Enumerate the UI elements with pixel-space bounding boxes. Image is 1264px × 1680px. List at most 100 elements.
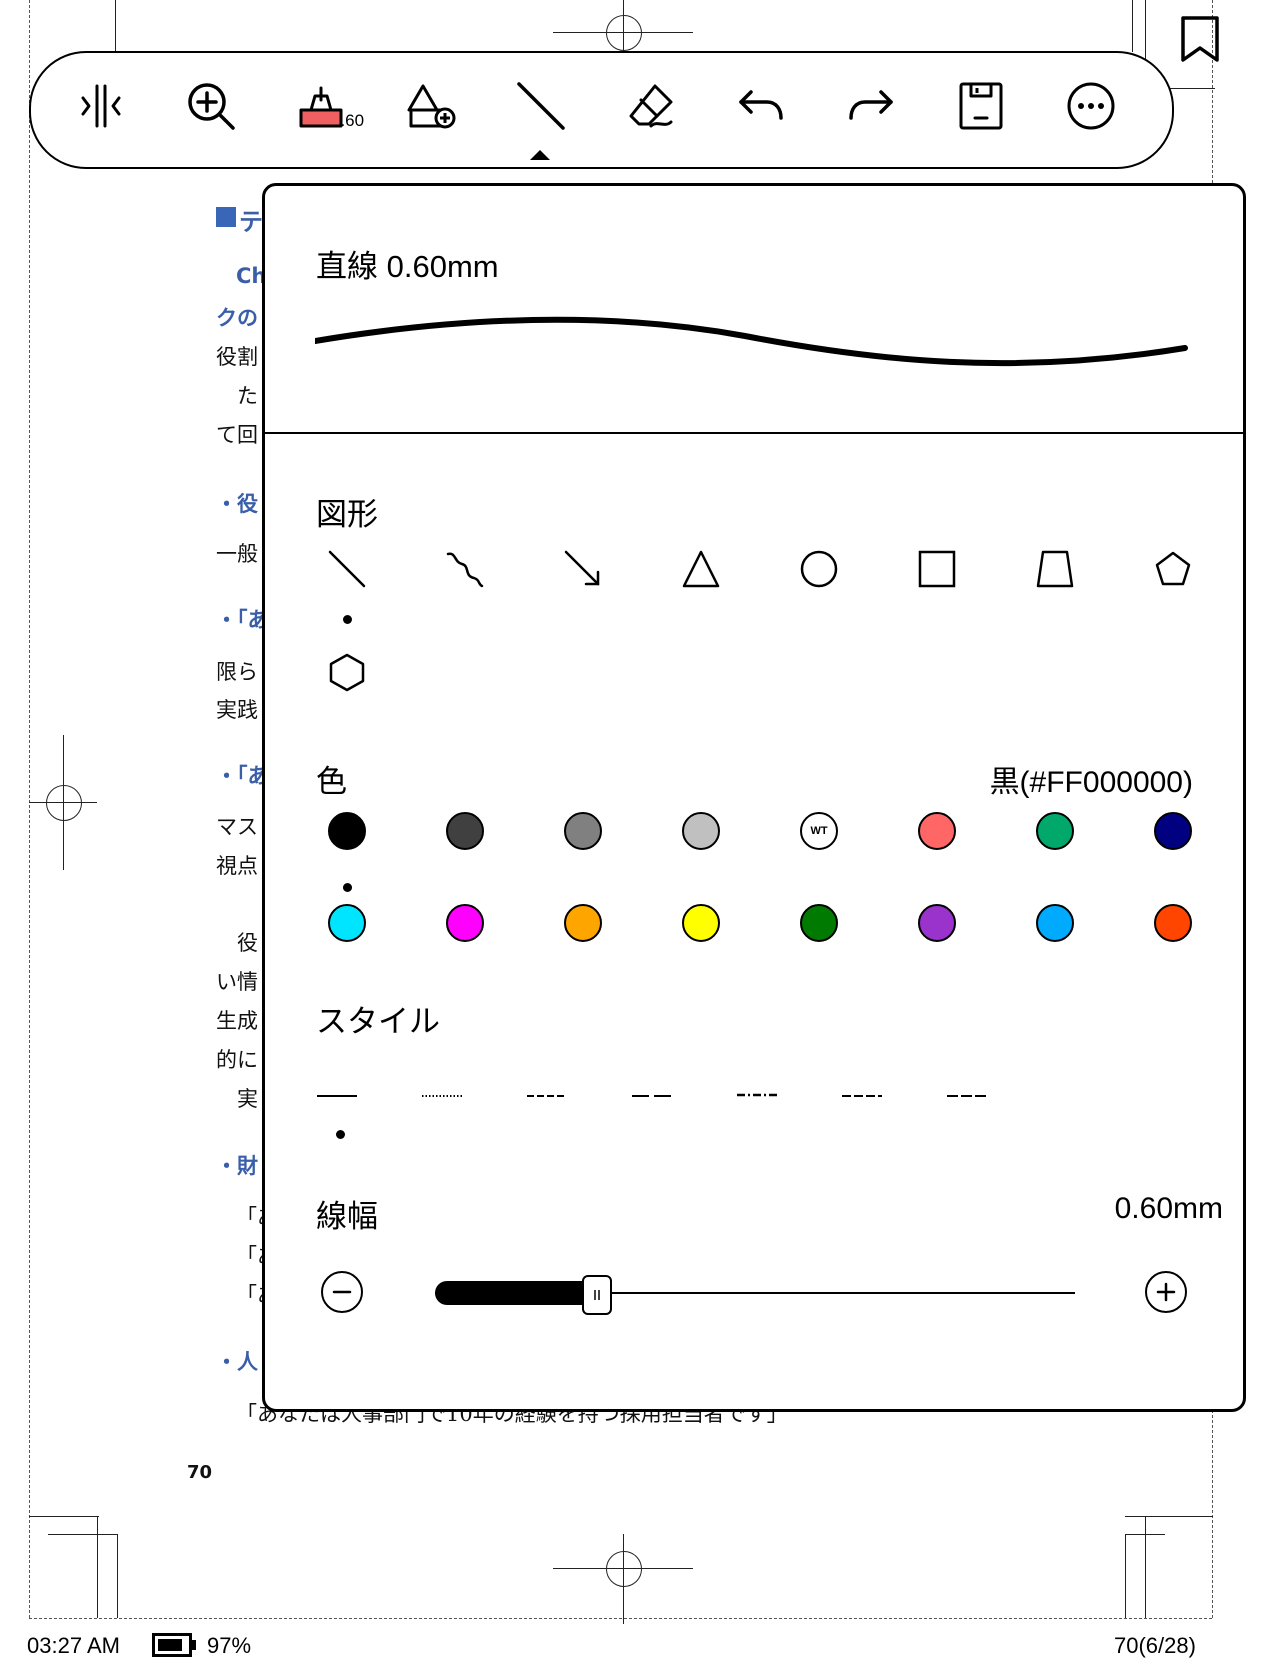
color-swatch-magenta[interactable]	[446, 904, 484, 942]
color-swatch-cyan[interactable]	[328, 904, 366, 942]
stroke-preview-title: 直線 0.60mm	[316, 249, 499, 284]
color-swatch-yellow[interactable]	[682, 904, 720, 942]
annotation-toolbar: 0.60	[29, 51, 1174, 169]
color-swatch-red[interactable]	[918, 812, 956, 850]
shape-trapezoid-icon[interactable]	[1029, 543, 1081, 595]
doc-line: 実	[237, 1087, 258, 1111]
color-swatch-dark-green[interactable]	[800, 904, 838, 942]
style-dotted-icon[interactable]	[420, 1086, 464, 1106]
more-icon[interactable]	[1056, 71, 1126, 141]
shape-section-title: 図形	[316, 497, 378, 532]
doc-line: 視点	[216, 854, 258, 878]
style-dashed-icon[interactable]	[525, 1086, 569, 1106]
doc-line: ・財	[216, 1154, 258, 1178]
save-icon[interactable]	[946, 71, 1016, 141]
doc-line: た	[237, 384, 258, 408]
doc-line: ・「あ	[216, 608, 269, 632]
style-solid-icon[interactable]	[315, 1086, 359, 1106]
doc-line: ・「あ	[216, 764, 269, 788]
doc-line: い情	[216, 970, 258, 994]
registration-mark	[46, 785, 82, 821]
shape-circle-icon[interactable]	[793, 543, 845, 595]
current-color-label: 黒(#FF000000)	[989, 766, 1193, 799]
color-swatch-light-gray[interactable]	[682, 812, 720, 850]
doc-line: 的に	[216, 1048, 258, 1072]
shape-wavy-line-icon[interactable]	[439, 543, 491, 595]
line-settings-panel: 直線 0.60mm 図形 色 黒(#FF000000) WT スタイル 線幅 0…	[262, 183, 1246, 1412]
eraser-icon[interactable]	[616, 71, 686, 141]
status-battery: 97%	[207, 1633, 252, 1658]
style-dash-dot-icon[interactable]	[735, 1086, 779, 1106]
crop-mark	[29, 1516, 99, 1517]
style-short-dash-icon[interactable]	[840, 1086, 884, 1106]
shape-square-icon[interactable]	[911, 543, 963, 595]
style-long-dash-icon[interactable]	[630, 1086, 674, 1106]
page-border-bottom	[29, 1618, 1212, 1619]
doc-line: クの	[216, 306, 258, 330]
color-swatch-white[interactable]: WT	[800, 812, 838, 850]
doc-page-number: 70	[187, 1462, 213, 1483]
redo-icon[interactable]	[836, 71, 906, 141]
heading-square	[216, 207, 236, 227]
width-decrease-button[interactable]	[321, 1271, 363, 1313]
crop-mark	[97, 1516, 98, 1618]
panel-divider	[265, 432, 1243, 434]
width-slider-fill	[435, 1281, 595, 1305]
undo-icon[interactable]	[726, 71, 796, 141]
shape-pentagon-icon[interactable]	[1147, 543, 1199, 595]
page-border-left	[29, 0, 30, 1618]
color-swatch-sky-blue[interactable]	[1036, 904, 1074, 942]
shape-arrow-icon[interactable]	[557, 543, 609, 595]
doc-line: テ	[239, 208, 263, 236]
crop-mark	[1125, 1516, 1213, 1517]
color-swatch-black[interactable]	[328, 812, 366, 850]
pen-color-icon[interactable]	[286, 71, 356, 141]
doc-line: マス	[216, 815, 258, 839]
crop-mark	[117, 1534, 118, 1618]
shape-add-icon[interactable]	[396, 71, 466, 141]
style-dash-gap-icon[interactable]	[945, 1086, 989, 1106]
color-selected-indicator	[343, 883, 352, 892]
doc-line: 生成	[216, 1009, 258, 1033]
color-section-title: 色	[316, 764, 347, 799]
crop-mark	[1132, 0, 1133, 52]
line-tool-pointer	[530, 150, 550, 160]
battery-tip	[192, 1640, 196, 1650]
doc-line: 限ら	[216, 660, 258, 684]
color-swatch-red-orange[interactable]	[1154, 904, 1192, 942]
style-selected-indicator	[336, 1130, 345, 1139]
registration-mark	[606, 1551, 642, 1587]
shape-line-icon[interactable]	[321, 543, 373, 595]
shape-selected-indicator	[343, 615, 352, 624]
width-value-label: 0.60mm	[1114, 1192, 1223, 1225]
doc-line: ・役	[216, 492, 258, 516]
bookmark-icon[interactable]	[1180, 16, 1220, 68]
shape-hexagon-icon[interactable]	[321, 646, 373, 698]
width-increase-button[interactable]	[1145, 1271, 1187, 1313]
style-section-title: スタイル	[316, 1004, 440, 1039]
doc-line: 一般	[216, 542, 258, 566]
color-swatch-dark-gray[interactable]	[446, 812, 484, 850]
shape-triangle-icon[interactable]	[675, 543, 727, 595]
white-swatch-label: WT	[810, 825, 828, 837]
split-view-icon[interactable]	[66, 71, 136, 141]
doc-line: ・人	[216, 1350, 258, 1374]
doc-line: 役	[237, 931, 258, 955]
color-swatch-purple[interactable]	[918, 904, 956, 942]
crop-mark	[48, 1534, 118, 1535]
color-swatch-gray[interactable]	[564, 812, 602, 850]
crop-mark	[115, 0, 116, 52]
crop-mark	[1125, 1534, 1126, 1618]
crop-mark	[1145, 1516, 1146, 1618]
line-tool-icon[interactable]	[506, 71, 576, 141]
zoom-in-icon[interactable]	[176, 71, 246, 141]
stroke-preview	[315, 316, 1188, 367]
status-page: 70(6/28)	[1114, 1633, 1196, 1658]
width-slider-thumb[interactable]	[582, 1275, 612, 1315]
color-swatch-green[interactable]	[1036, 812, 1074, 850]
status-time: 03:27 AM	[27, 1633, 120, 1658]
color-swatch-orange[interactable]	[564, 904, 602, 942]
color-swatch-navy[interactable]	[1154, 812, 1192, 850]
doc-line: 実践	[216, 698, 258, 722]
doc-line: 役割	[216, 345, 258, 369]
